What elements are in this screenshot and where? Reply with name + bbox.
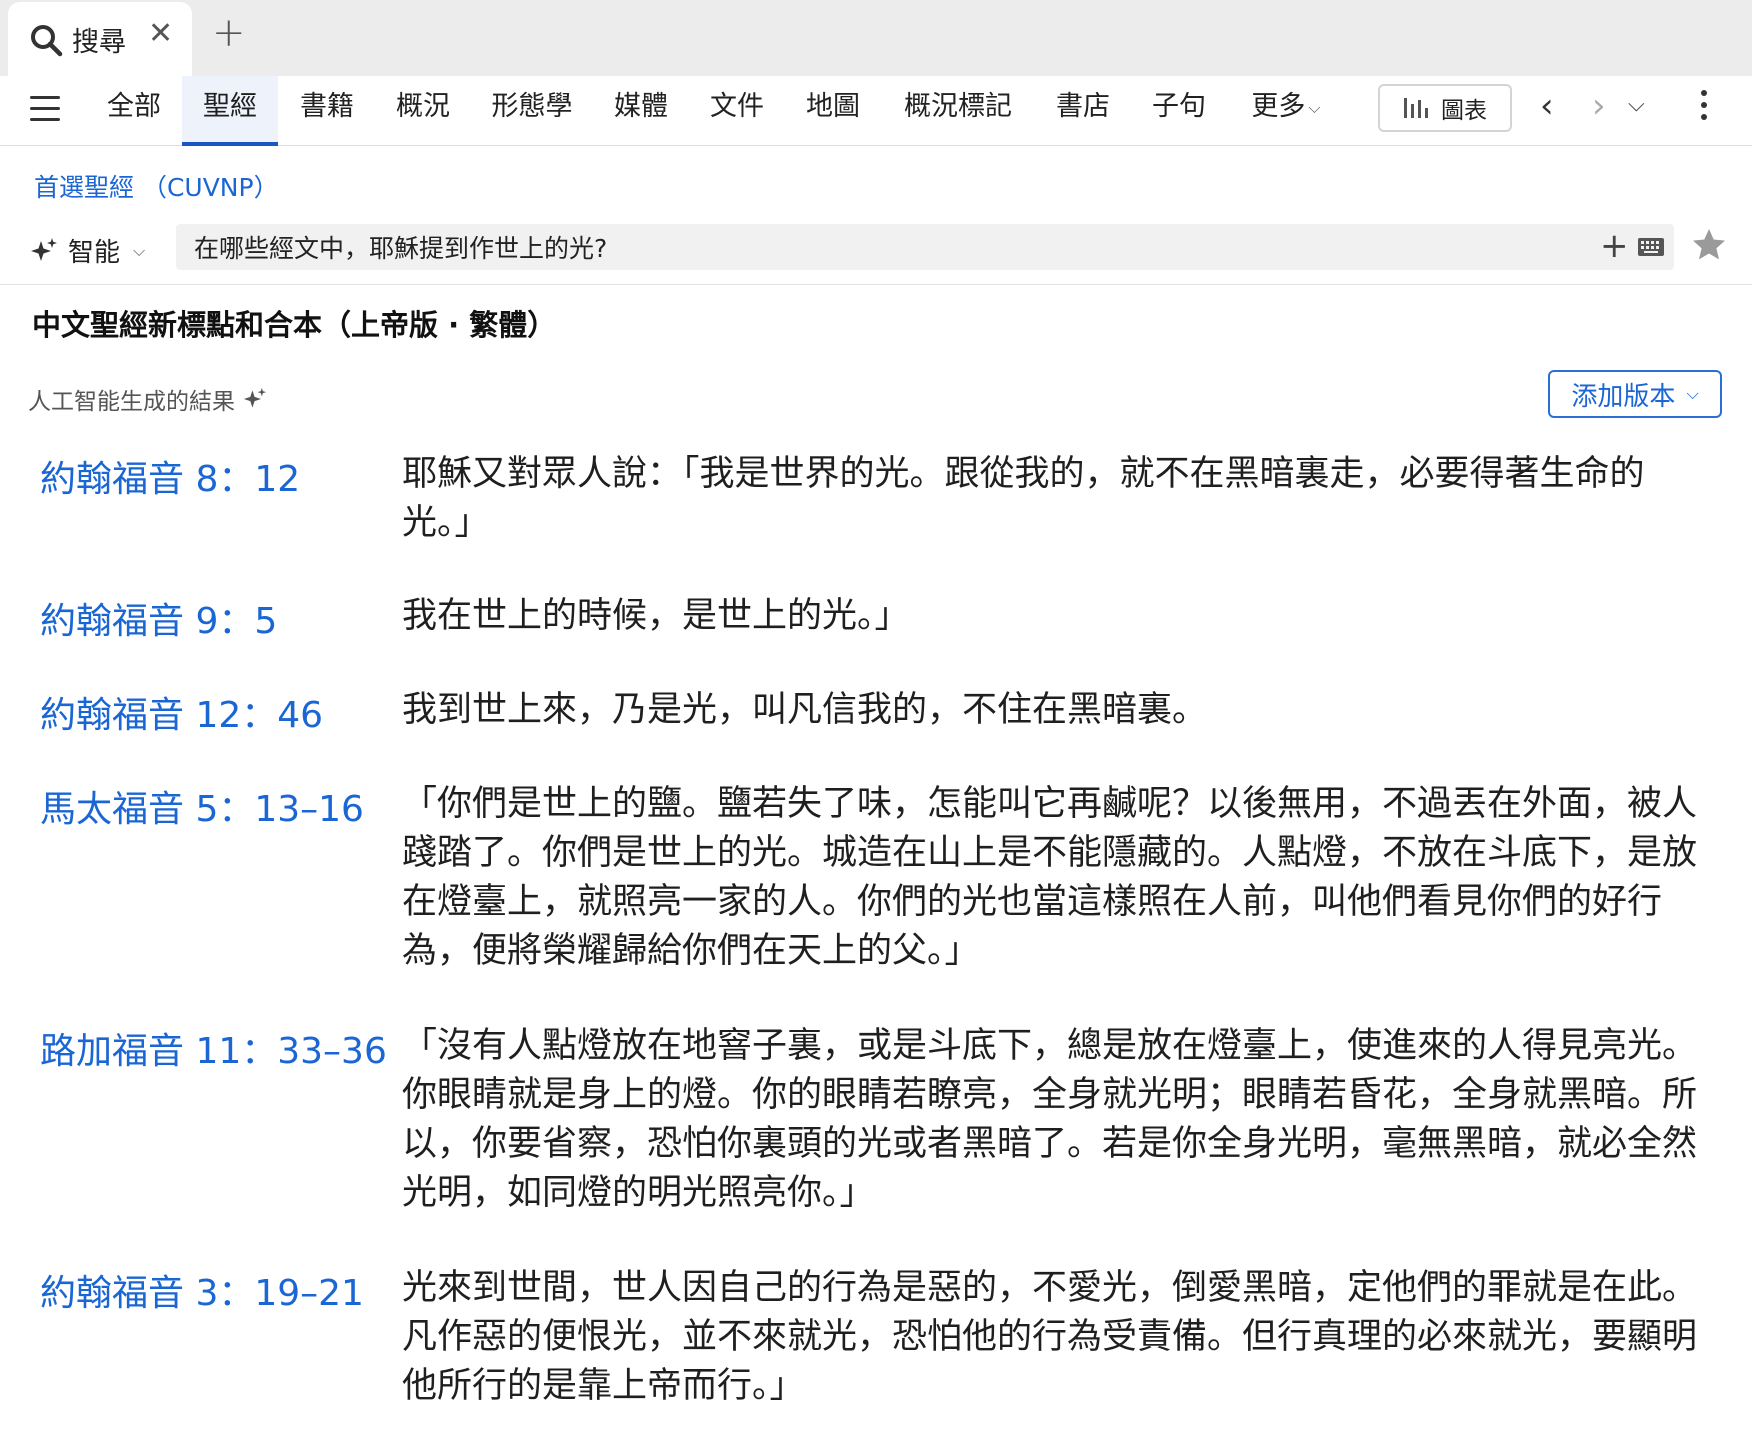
verse-text: 「你們是世上的鹽。鹽若失了味，怎能叫它再鹹呢？以後無用，不過丟在外面，被人踐踏了… xyxy=(402,784,1698,971)
tab-books[interactable]: 書籍 xyxy=(290,76,364,146)
verse-text: 「沒有人點燈放在地窨子裏，或是斗底下，總是放在燈臺上，使進來的人得見亮光。你眼睛… xyxy=(402,1026,1698,1213)
tab-maps[interactable]: 地圖 xyxy=(796,76,870,146)
search-box: + xyxy=(176,224,1674,270)
verse-text: 耶穌又對眾人說：「我是世界的光。跟從我的，就不在黑暗裏走，必要得著生命的光。」 xyxy=(402,454,1645,543)
sparkle-icon xyxy=(243,387,267,408)
back-arrow-icon[interactable]: ‹ xyxy=(1540,86,1554,126)
menu-icon[interactable] xyxy=(30,96,60,124)
verse-text: 我到世上來，乃是光，叫凡信我的，不住在黑暗裏。 xyxy=(402,690,1208,730)
verse-reference-link[interactable]: 約翰福音 3：19–21 xyxy=(40,1264,364,1316)
tab-strip: 搜尋 ✕ + xyxy=(0,0,1752,76)
tab-clauses[interactable]: 子句 xyxy=(1142,76,1216,146)
chart-button[interactable]: 圖表 xyxy=(1378,84,1512,132)
ai-generated-label: 人工智能生成的結果 xyxy=(28,382,267,416)
tab-overview[interactable]: 概況 xyxy=(386,76,460,146)
more-options-icon[interactable] xyxy=(1698,90,1710,130)
chevron-down-icon: ⌵ xyxy=(1308,97,1321,117)
tab-more[interactable]: 更多 ⌵ xyxy=(1236,76,1336,146)
add-search-term-button[interactable]: + xyxy=(1600,226,1629,266)
keyboard-icon[interactable] xyxy=(1638,238,1664,256)
add-version-label: 添加版本 xyxy=(1571,381,1676,412)
search-mode-dropdown[interactable]: 智能 ⌵ xyxy=(30,232,145,269)
ai-generated-text: 人工智能生成的結果 xyxy=(28,389,235,415)
forward-arrow-icon[interactable]: › xyxy=(1592,86,1606,126)
star-icon[interactable] xyxy=(1690,226,1728,264)
chart-label: 圖表 xyxy=(1441,98,1487,124)
tab-documents[interactable]: 文件 xyxy=(700,76,774,146)
search-input[interactable] xyxy=(194,232,1494,261)
bible-version-title: 中文聖經新標點和合本（上帝版 · 繁體） xyxy=(32,308,557,342)
verse-text: 光來到世間，世人因自己的行為是惡的，不愛光，倒愛黑暗，定他們的罪就是在此。凡作惡… xyxy=(402,1268,1698,1406)
search-icon xyxy=(31,25,63,57)
close-icon[interactable]: ✕ xyxy=(148,16,173,51)
verse-reference-link[interactable]: 約翰福音 8：12 xyxy=(40,450,300,502)
sparkle-icon xyxy=(31,237,57,261)
verse-text: 我在世上的時候，是世上的光。」 xyxy=(402,596,910,636)
verse-reference-link[interactable]: 馬太福音 5：13–16 xyxy=(40,780,364,832)
verse-reference-link[interactable]: 路加福音 11：33–36 xyxy=(40,1022,387,1074)
tab-search[interactable]: 搜尋 ✕ xyxy=(8,2,192,76)
chevron-down-icon: ⌵ xyxy=(1686,384,1699,403)
tab-media[interactable]: 媒體 xyxy=(604,76,678,146)
new-tab-button[interactable]: + xyxy=(212,10,246,56)
preferred-bible-link[interactable]: 首選聖經 （CUVNP） xyxy=(34,168,279,204)
chevron-down-icon: ⌵ xyxy=(133,240,146,260)
add-version-button[interactable]: 添加版本 ⌵ xyxy=(1548,370,1722,418)
search-mode-label: 智能 xyxy=(68,238,121,268)
history-dropdown-icon[interactable]: ⌵ xyxy=(1628,92,1645,117)
tab-bible[interactable]: 聖經 xyxy=(182,76,278,146)
tab-title: 搜尋 xyxy=(72,27,126,58)
more-label: 更多 xyxy=(1251,91,1306,122)
navbar: 全部 聖經 書籍 概況 形態學 媒體 文件 地圖 概況標記 書店 子句 更多 ⌵ … xyxy=(0,76,1752,146)
tab-store[interactable]: 書店 xyxy=(1046,76,1120,146)
tab-overview-tags[interactable]: 概況標記 xyxy=(896,76,1020,146)
verse-reference-link[interactable]: 約翰福音 12：46 xyxy=(40,686,323,738)
tab-all[interactable]: 全部 xyxy=(96,76,172,146)
divider xyxy=(0,284,1752,285)
verse-reference-link[interactable]: 約翰福音 9：5 xyxy=(40,592,277,644)
tab-morphology[interactable]: 形態學 xyxy=(484,76,580,146)
bar-chart-icon xyxy=(1404,98,1428,118)
